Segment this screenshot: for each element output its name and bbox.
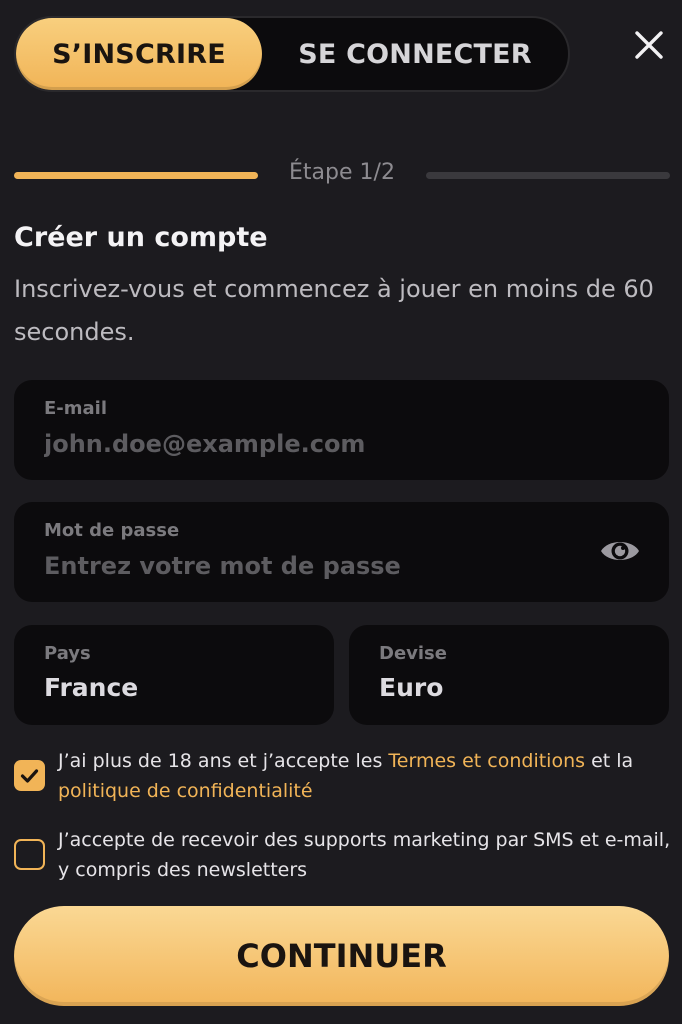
eye-icon [601, 542, 639, 560]
privacy-link[interactable]: politique de confidentialité [58, 780, 313, 802]
email-field[interactable]: E-mail [14, 380, 669, 480]
country-label: Pays [44, 643, 91, 664]
page-title: Créer un compte [14, 222, 268, 253]
marketing-checkbox[interactable] [14, 839, 45, 870]
terms-link[interactable]: Termes et conditions [388, 750, 585, 772]
step-label: Étape 1/2 [289, 160, 395, 185]
step-progress-remaining [426, 172, 670, 179]
signup-modal: S’INSCRIRE SE CONNECTER Étape 1/2 Créer … [0, 0, 682, 1024]
terms-middle-text: et la [585, 750, 634, 772]
password-field[interactable]: Mot de passe [14, 502, 669, 602]
terms-checkbox[interactable] [14, 760, 45, 791]
email-input[interactable] [44, 430, 564, 458]
tab-signup[interactable]: S’INSCRIRE [16, 18, 262, 90]
page-subtitle: Inscrivez-vous et commencez à jouer en m… [14, 275, 654, 346]
tab-login[interactable]: SE CONNECTER [262, 18, 568, 90]
checkmark-icon [20, 769, 39, 783]
close-icon [635, 31, 663, 59]
toggle-password-visibility[interactable] [599, 534, 641, 568]
step-progress-filled [14, 172, 258, 179]
marketing-consent-text: J’accepte de recevoir des supports marke… [58, 829, 671, 881]
terms-prefix-text: J’ai plus de 18 ans et j’accepte les [58, 750, 389, 772]
auth-tabs: S’INSCRIRE SE CONNECTER [14, 16, 570, 92]
currency-value: Euro [379, 673, 444, 702]
email-label: E-mail [44, 398, 108, 419]
terms-consent-text: J’ai plus de 18 ans et j’accepte les Ter… [58, 746, 678, 806]
marketing-consent-row: J’accepte de recevoir des supports marke… [14, 825, 674, 887]
currency-label: Devise [379, 643, 447, 664]
terms-consent-row: J’ai plus de 18 ans et j’accepte les Ter… [14, 746, 674, 808]
password-input[interactable] [44, 552, 544, 580]
currency-select[interactable]: Devise Euro [349, 625, 669, 725]
continue-button[interactable]: CONTINUER [14, 906, 669, 1006]
close-button[interactable] [632, 28, 666, 62]
password-label: Mot de passe [44, 520, 180, 541]
country-select[interactable]: Pays France [14, 625, 334, 725]
country-value: France [44, 673, 139, 702]
